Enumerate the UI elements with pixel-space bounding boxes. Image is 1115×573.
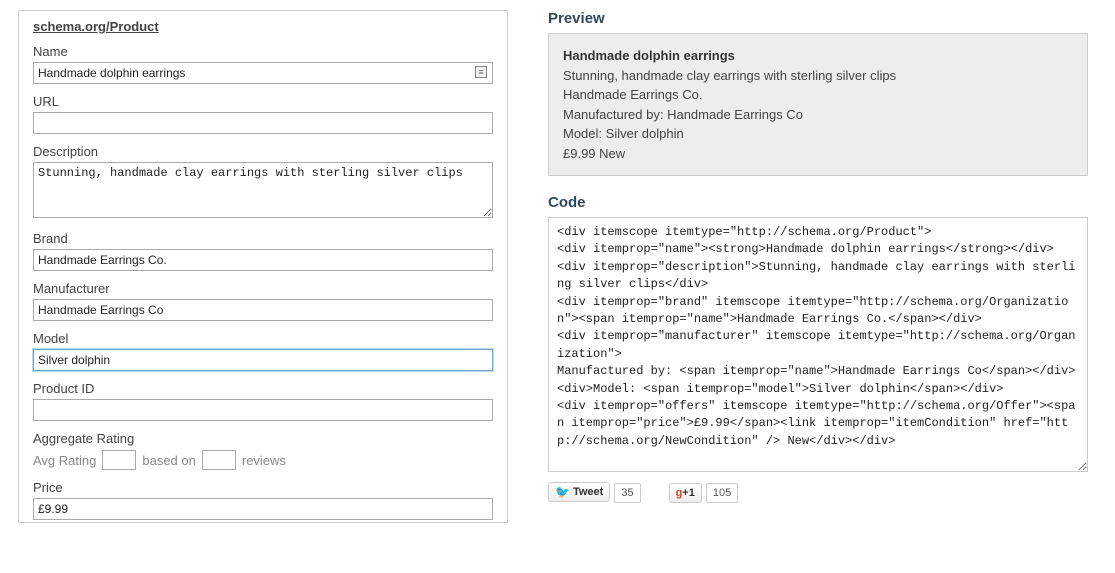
model-input[interactable]: [33, 349, 493, 371]
preview-model: Silver dolphin: [606, 126, 684, 141]
reviews-text: reviews: [242, 453, 286, 468]
autofill-contact-icon[interactable]: ≡: [475, 66, 487, 78]
manufacturer-input[interactable]: [33, 299, 493, 321]
name-label: Name: [33, 44, 493, 59]
product-id-input[interactable]: [33, 399, 493, 421]
preview-manufacturer-line: Manufactured by: Handmade Earrings Co: [563, 105, 1073, 125]
preview-title: Handmade dolphin earrings: [563, 46, 1073, 66]
based-on-text: based on: [142, 453, 196, 468]
code-output[interactable]: <div itemscope itemtype="http://schema.o…: [548, 217, 1088, 472]
preview-box: Handmade dolphin earrings Stunning, hand…: [548, 33, 1088, 176]
avg-rating-input[interactable]: [102, 450, 136, 470]
preview-price-line: £9.99 New: [563, 144, 1073, 164]
model-label: Model: [33, 331, 493, 346]
preview-heading: Preview: [548, 10, 1088, 27]
url-input[interactable]: [33, 112, 493, 134]
twitter-icon: 🐦: [555, 485, 570, 499]
gplus-icon: g: [676, 487, 683, 499]
manufacturer-label: Manufacturer: [33, 281, 493, 296]
gplus-count: 105: [706, 483, 738, 503]
code-heading: Code: [548, 194, 1088, 211]
gplus-label: +1: [682, 487, 695, 499]
schema-type-link[interactable]: schema.org/Product: [33, 19, 159, 34]
url-label: URL: [33, 94, 493, 109]
reviews-count-input[interactable]: [202, 450, 236, 470]
preview-description: Stunning, handmade clay earrings with st…: [563, 66, 1073, 86]
preview-manufacturer-label: Manufactured by:: [563, 107, 663, 122]
description-label: Description: [33, 144, 493, 159]
social-buttons: 🐦 Tweet 35 g+1 105: [548, 482, 1088, 503]
tweet-label: Tweet: [573, 486, 603, 498]
brand-label: Brand: [33, 231, 493, 246]
name-input[interactable]: [33, 62, 493, 84]
tweet-count: 35: [614, 483, 640, 503]
preview-brand: Handmade Earrings Co.: [563, 85, 1073, 105]
schema-form-panel: schema.org/Product Name ≡ URL Descriptio…: [18, 10, 508, 523]
tweet-button[interactable]: 🐦 Tweet: [548, 482, 610, 502]
preview-model-label: Model:: [563, 126, 602, 141]
preview-model-line: Model: Silver dolphin: [563, 124, 1073, 144]
gplus-button[interactable]: g+1: [669, 483, 702, 503]
brand-input[interactable]: [33, 249, 493, 271]
product-id-label: Product ID: [33, 381, 493, 396]
price-label: Price: [33, 480, 493, 495]
preview-manufacturer: Handmade Earrings Co: [667, 107, 803, 122]
aggregate-rating-label: Aggregate Rating: [33, 431, 493, 446]
description-textarea[interactable]: Stunning, handmade clay earrings with st…: [33, 162, 493, 218]
price-input[interactable]: [33, 498, 493, 520]
avg-rating-text: Avg Rating: [33, 453, 96, 468]
